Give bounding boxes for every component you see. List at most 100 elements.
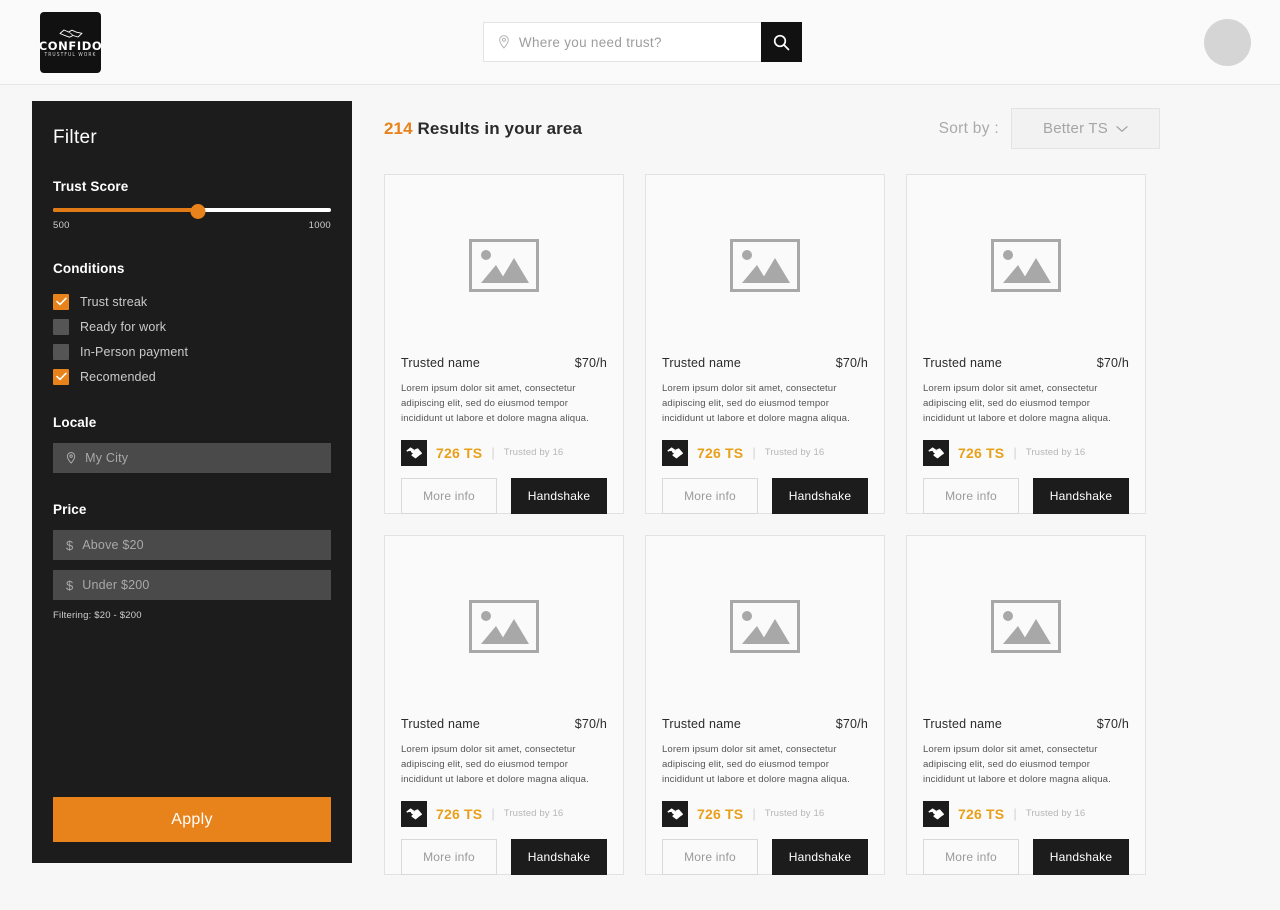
search-button[interactable] <box>761 22 802 62</box>
checkbox-checked-icon[interactable] <box>53 368 69 385</box>
more-info-button[interactable]: More info <box>662 477 758 514</box>
price-min-input[interactable] <box>82 538 318 552</box>
filter-title: Filter <box>53 127 98 148</box>
sort-select[interactable]: Better TS <box>1011 108 1160 149</box>
sort-value: Better TS <box>1043 120 1108 137</box>
trust-score-value: 726 TS <box>958 444 1005 461</box>
handshake-button[interactable]: Handshake <box>511 838 607 875</box>
conditions-group: Conditions Trust streak Ready for work I… <box>53 261 331 389</box>
card-thumbnail <box>907 175 1145 356</box>
handshake-button[interactable]: Handshake <box>511 477 607 514</box>
conditions-label: Conditions <box>53 261 125 276</box>
card-header: Trusted name $70/h <box>401 717 607 731</box>
result-card[interactable]: Trusted name $70/h Lorem ipsum dolor sit… <box>384 174 624 514</box>
trust-score-row: 726 TS | Trusted by 16 <box>662 800 868 827</box>
condition-label: Trust streak <box>80 294 148 309</box>
handshake-badge-icon <box>401 800 427 827</box>
trust-divider: | <box>491 445 495 461</box>
condition-label: Ready for work <box>80 319 167 334</box>
logo-name: CONFIDO <box>38 39 103 54</box>
card-body: Trusted name $70/h Lorem ipsum dolor sit… <box>385 356 623 514</box>
slider-fill <box>53 208 198 212</box>
image-placeholder-icon <box>730 239 800 292</box>
trust-divider: | <box>491 806 495 822</box>
avatar[interactable] <box>1204 19 1251 66</box>
card-price: $70/h <box>1096 717 1129 731</box>
condition-trust-streak[interactable]: Trust streak <box>53 289 331 314</box>
card-header: Trusted name $70/h <box>923 717 1129 731</box>
result-card[interactable]: Trusted name $70/h Lorem ipsum dolor sit… <box>384 535 624 875</box>
result-card[interactable]: Trusted name $70/h Lorem ipsum dolor sit… <box>906 174 1146 514</box>
more-info-button[interactable]: More info <box>923 477 1019 514</box>
locale-input[interactable] <box>85 451 318 465</box>
trusted-by-label: Trusted by 16 <box>503 808 564 820</box>
card-name: Trusted name <box>662 717 742 731</box>
trust-score-value: 726 TS <box>958 805 1005 822</box>
checkbox-unchecked-icon[interactable] <box>53 343 69 360</box>
price-max-input[interactable] <box>82 578 318 592</box>
card-name: Trusted name <box>401 356 481 370</box>
price-label: Price <box>53 502 87 517</box>
search-input[interactable] <box>518 34 747 50</box>
card-body: Trusted name $70/h Lorem ipsum dolor sit… <box>646 717 884 875</box>
handshake-button[interactable]: Handshake <box>772 477 868 514</box>
result-card[interactable]: Trusted name $70/h Lorem ipsum dolor sit… <box>906 535 1146 875</box>
card-actions: More info Handshake <box>923 477 1129 514</box>
result-card[interactable]: Trusted name $70/h Lorem ipsum dolor sit… <box>645 535 885 875</box>
card-price: $70/h <box>574 717 607 731</box>
trust-score-slider[interactable] <box>53 204 331 219</box>
handshake-badge-icon <box>923 800 949 827</box>
results-grid: Trusted name $70/h Lorem ipsum dolor sit… <box>384 174 1160 875</box>
trust-score-row: 726 TS | Trusted by 16 <box>923 800 1129 827</box>
filtering-note: Filtering: $20 - $200 <box>53 610 142 621</box>
condition-in-person-payment[interactable]: In-Person payment <box>53 339 331 364</box>
trust-score-group: Trust Score 500 1000 <box>53 179 331 231</box>
condition-ready-for-work[interactable]: Ready for work <box>53 314 331 339</box>
trusted-by-label: Trusted by 16 <box>1025 808 1086 820</box>
card-price: $70/h <box>835 356 868 370</box>
checkbox-unchecked-icon[interactable] <box>53 318 69 335</box>
results-text: Results in your area <box>412 118 582 138</box>
more-info-button[interactable]: More info <box>923 838 1019 875</box>
card-description: Lorem ipsum dolor sit amet, consectetur … <box>923 744 1111 785</box>
card-body: Trusted name $70/h Lorem ipsum dolor sit… <box>907 356 1145 514</box>
trust-score-row: 726 TS | Trusted by 16 <box>923 439 1129 466</box>
more-info-button[interactable]: More info <box>662 838 758 875</box>
slider-thumb[interactable] <box>190 204 206 219</box>
card-thumbnail <box>646 536 884 717</box>
checkbox-checked-icon[interactable] <box>53 293 69 310</box>
image-placeholder-icon <box>730 600 800 653</box>
apply-button[interactable]: Apply <box>53 797 331 842</box>
trust-divider: | <box>752 806 756 822</box>
trust-score-value: 726 TS <box>436 444 483 461</box>
trust-divider: | <box>752 445 756 461</box>
card-thumbnail <box>907 536 1145 717</box>
locale-field[interactable] <box>53 443 331 473</box>
card-price: $70/h <box>1096 356 1129 370</box>
trusted-by-label: Trusted by 16 <box>764 808 825 820</box>
card-thumbnail <box>385 175 623 356</box>
price-group: Price $ $ Filtering: $20 - $200 <box>53 502 331 621</box>
price-min-field[interactable]: $ <box>53 530 331 560</box>
locale-group: Locale <box>53 415 331 473</box>
condition-recomended[interactable]: Recomended <box>53 364 331 389</box>
results-panel: 214 Results in your area Sort by : Bette… <box>352 85 1280 875</box>
more-info-button[interactable]: More info <box>401 838 497 875</box>
results-count: 214 <box>384 118 413 138</box>
handshake-button[interactable]: Handshake <box>1033 838 1129 875</box>
filter-sidebar: Filter Trust Score 500 1000 Conditions T… <box>32 101 352 863</box>
trusted-by-label: Trusted by 16 <box>503 447 564 459</box>
handshake-badge-icon <box>662 800 688 827</box>
card-description: Lorem ipsum dolor sit amet, consectetur … <box>662 744 850 785</box>
result-card[interactable]: Trusted name $70/h Lorem ipsum dolor sit… <box>645 174 885 514</box>
app-logo[interactable]: CONFIDO TRUSTFUL WORK <box>38 12 103 73</box>
slider-range-labels: 500 1000 <box>53 220 331 231</box>
handshake-button[interactable]: Handshake <box>1033 477 1129 514</box>
more-info-button[interactable]: More info <box>401 477 497 514</box>
handshake-badge-icon <box>923 439 949 466</box>
search-field[interactable] <box>483 22 761 62</box>
price-max-field[interactable]: $ <box>53 570 331 600</box>
image-placeholder-icon <box>469 600 539 653</box>
trusted-by-label: Trusted by 16 <box>1025 447 1086 459</box>
handshake-button[interactable]: Handshake <box>772 838 868 875</box>
